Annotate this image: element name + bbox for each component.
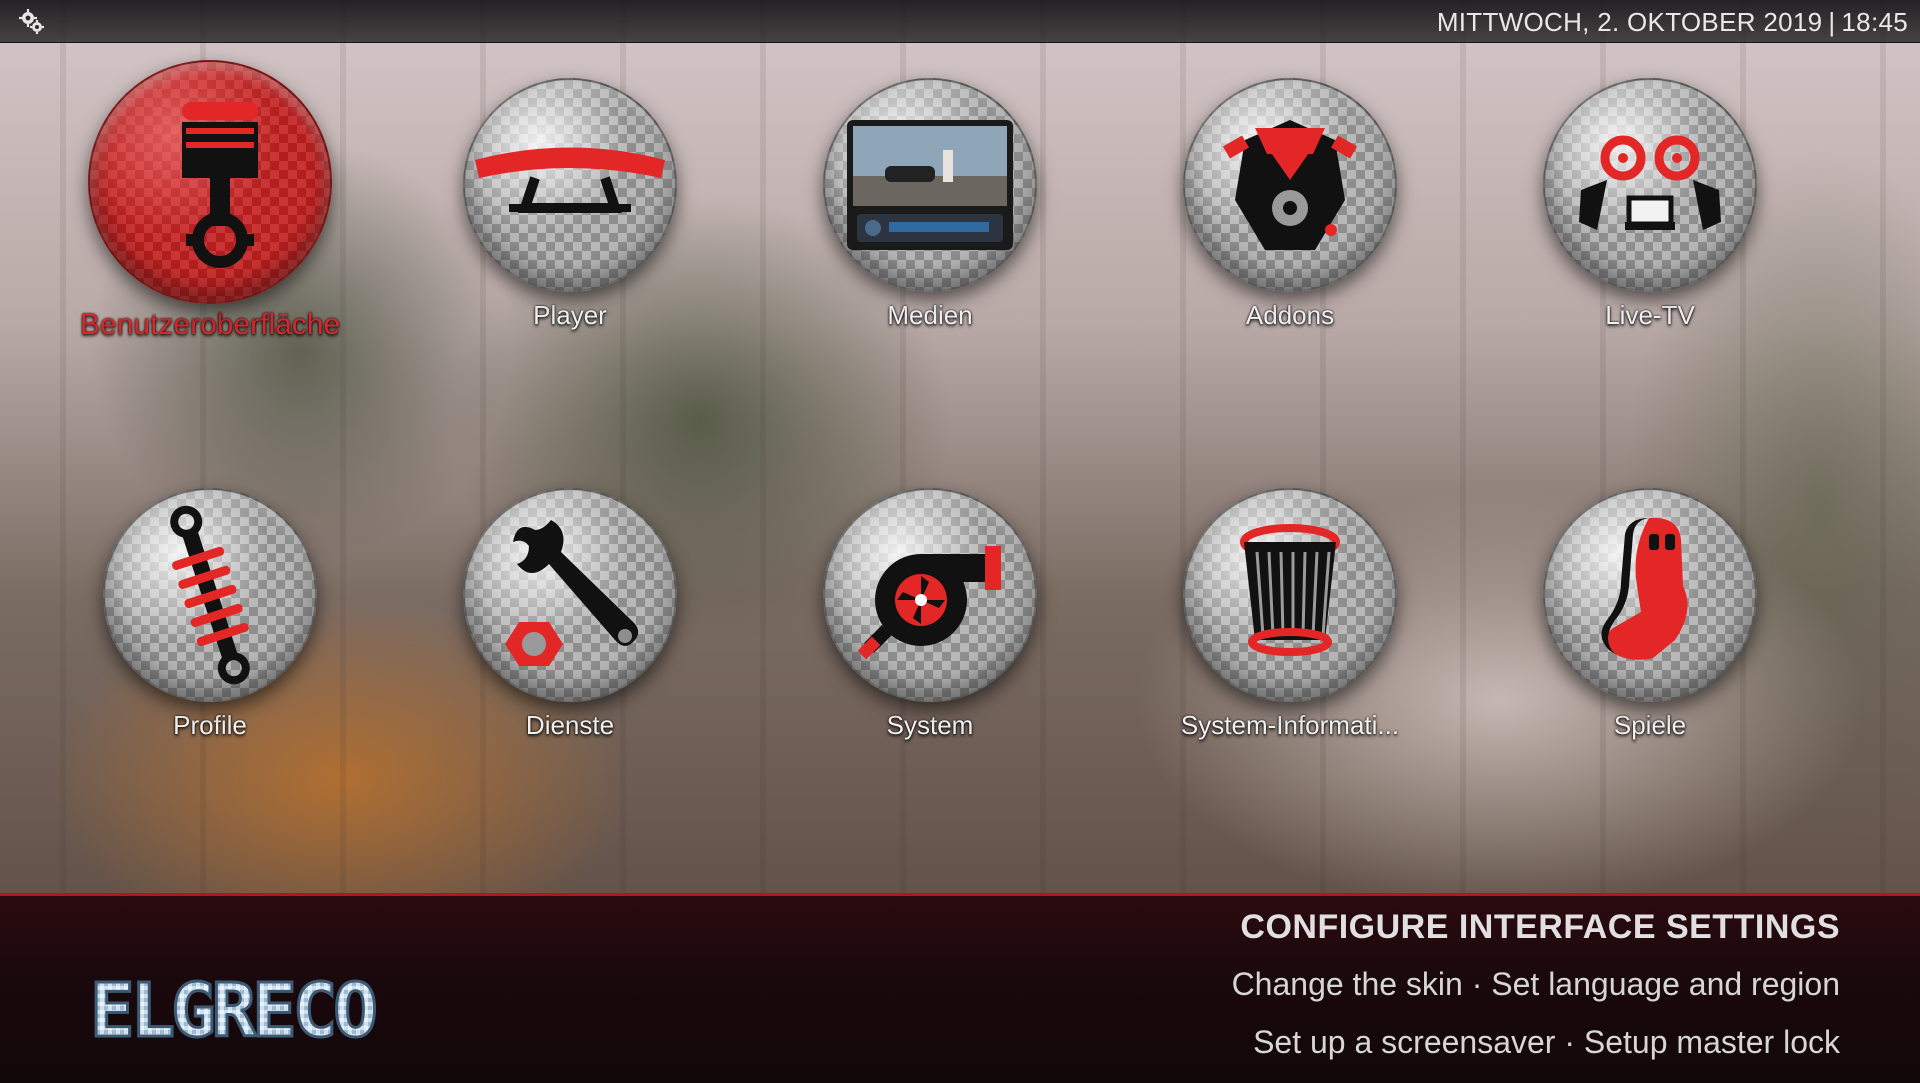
piston-icon: [182, 102, 258, 268]
menu-item-label: System-Informati...: [1180, 710, 1400, 740]
svg-text:ELGRECO: ELGRECO: [90, 968, 375, 1054]
menu-disc: [1543, 78, 1757, 292]
menu-item-system-informationen[interactable]: System-Informati...: [1160, 488, 1420, 741]
menu-item-label: Player: [533, 300, 607, 330]
menu-item-system[interactable]: System: [800, 488, 1060, 741]
info-title: CONFIGURE INTERFACE SETTINGS: [1240, 908, 1840, 946]
engine-icon: [1222, 120, 1358, 250]
menu-item-label: Live-TV: [1605, 300, 1695, 330]
car-stereo-icon: [847, 120, 1013, 250]
settings-gear-icon[interactable]: [18, 8, 46, 36]
date-text: MITTWOCH, 2. OKTOBER 2019: [1436, 7, 1823, 37]
spoiler-icon: [475, 147, 665, 213]
menu-disc: [1183, 78, 1397, 292]
menu-disc: [823, 488, 1037, 702]
menu-item-label: Medien: [887, 300, 973, 330]
info-description-line-1: Change the skin · Set language and regio…: [1231, 966, 1840, 1002]
speakers-icon: [1579, 135, 1721, 230]
wrench-nut-icon: [505, 520, 639, 666]
menu-item-label: Spiele: [1613, 710, 1687, 740]
air-filter-icon: [1240, 524, 1340, 656]
menu-item-label: Profile: [173, 710, 247, 740]
shock-absorber-icon: [170, 505, 250, 685]
menu-item-label: Addons: [1245, 300, 1335, 330]
menu-item-live-tv[interactable]: Live-TV: [1520, 78, 1780, 331]
date-time-display: MITTWOCH, 2. OKTOBER 2019 | 18:45: [1437, 7, 1908, 38]
elgreco-logo: ELGRECO: [88, 966, 428, 1056]
top-bar: MITTWOCH, 2. OKTOBER 2019 | 18:45: [0, 0, 1920, 43]
menu-disc: [103, 488, 317, 702]
menu-item-label: System: [886, 710, 974, 740]
date-time-separator: |: [1828, 7, 1836, 37]
menu-item-addons[interactable]: Addons: [1160, 78, 1420, 331]
menu-item-player[interactable]: Player: [440, 78, 700, 331]
time-text: 18:45: [1841, 7, 1908, 37]
menu-item-profile[interactable]: Profile: [80, 488, 340, 741]
info-panel: ELGRECO CONFIGURE INTERFACE SETTINGS Cha…: [0, 893, 1920, 1083]
menu-disc: [1183, 488, 1397, 702]
menu-item-benutzeroberflaeche[interactable]: Benutzeroberfläche: [80, 60, 340, 342]
menu-disc: [1543, 488, 1757, 702]
menu-item-spiele[interactable]: Spiele: [1520, 488, 1780, 741]
turbo-icon: [857, 546, 1001, 660]
menu-item-dienste[interactable]: Dienste: [440, 488, 700, 741]
menu-disc-selected: [88, 60, 332, 304]
menu-disc: [823, 78, 1037, 292]
menu-disc: [463, 488, 677, 702]
menu-item-medien[interactable]: Medien: [800, 78, 1060, 331]
menu-item-label: Dienste: [525, 710, 615, 740]
menu-disc: [463, 78, 677, 292]
info-description-line-2: Set up a screensaver · Setup master lock: [1253, 1024, 1840, 1060]
menu-item-label: Benutzeroberfläche: [80, 308, 341, 341]
racing-seat-icon: [1601, 517, 1688, 660]
